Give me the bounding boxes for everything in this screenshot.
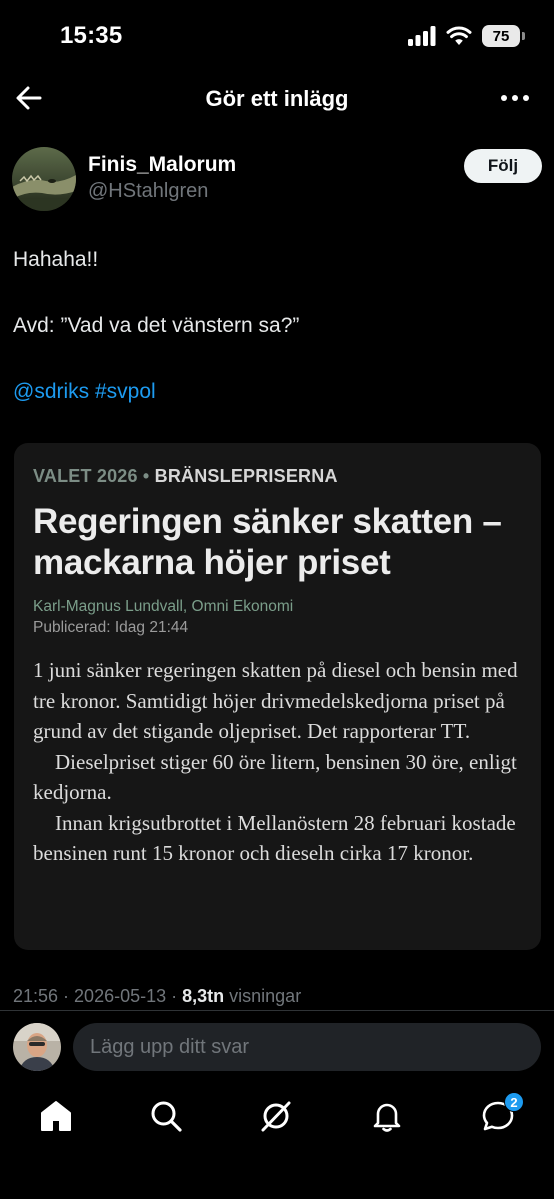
tab-home[interactable] (36, 1096, 76, 1136)
post-mention-hashtag-line[interactable]: @sdriks #svpol (13, 380, 156, 404)
follow-button[interactable]: Följ (464, 149, 542, 183)
article-kicker: VALET 2026 • BRÄNSLEPRISERNA (33, 466, 338, 487)
wifi-icon (446, 26, 472, 45)
tab-messages[interactable]: 2 (478, 1092, 524, 1136)
article-kicker-topic: VALET 2026 (33, 466, 138, 486)
post-author: Finis_Malorum @HStahlgren Följ (12, 145, 542, 213)
post-text-line: Hahaha!! (13, 248, 99, 271)
tab-search[interactable] (146, 1096, 186, 1136)
article-paragraph: 1 juni sänker regeringen skatten på dies… (33, 658, 518, 743)
article-headline: Regeringen sänker skatten – mackarna höj… (33, 502, 502, 582)
messages-badge: 2 (504, 1092, 524, 1112)
status-bar: 15:35 75 (0, 0, 554, 72)
author-avatar[interactable] (12, 147, 76, 211)
status-time: 15:35 (60, 22, 123, 49)
more-options-button[interactable] (500, 86, 530, 110)
author-name[interactable]: Finis_Malorum (88, 153, 236, 177)
article-paragraph: Dieselpriset stiger 60 öre litern, bensi… (33, 749, 517, 805)
author-avatar-image (12, 147, 76, 211)
current-user-avatar[interactable] (13, 1023, 61, 1071)
status-icons: 75 (408, 24, 525, 48)
article-paragraph: Innan krigsutbrottet i Mellanöstern 28 f… (33, 810, 516, 866)
author-handle[interactable]: @HStahlgren (88, 180, 208, 203)
article-published: Publicerad: Idag 21:44 (33, 619, 189, 636)
tab-grok[interactable] (256, 1096, 296, 1136)
views-label: visningar (229, 986, 302, 1006)
article-kicker-separator: • (137, 466, 155, 486)
tab-notifications[interactable] (367, 1096, 407, 1136)
current-user-avatar-image (13, 1023, 61, 1071)
battery-level: 75 (492, 27, 510, 45)
article-byline: Karl-Magnus Lundvall, Omni Ekonomi (33, 598, 294, 615)
page-title: Gör ett inlägg (205, 86, 349, 111)
bottom-tab-bar: 2 (0, 1082, 554, 1152)
article-body: 1 juni sänker regeringen skatten på dies… (33, 655, 533, 869)
notifications-icon (373, 1103, 401, 1132)
post-text-line: Avd: ”Vad va det vänstern sa?” (13, 314, 300, 337)
view-count: 8,3tn (182, 986, 225, 1006)
post-time: 21:56 (13, 986, 59, 1006)
reply-input[interactable] (73, 1023, 541, 1071)
meta-separator: · (58, 986, 75, 1006)
grok-icon (261, 1101, 291, 1132)
meta-separator: · (166, 986, 183, 1006)
cellular-signal-icon (408, 26, 436, 46)
post-date: 2026-05-13 (74, 986, 167, 1006)
reply-bar (0, 1010, 554, 1082)
search-icon (151, 1101, 182, 1132)
home-icon (41, 1101, 71, 1131)
more-horizontal-icon (501, 95, 529, 101)
battery-indicator: 75 (482, 25, 525, 47)
top-navigation-bar: Gör ett inlägg (0, 72, 554, 124)
article-kicker-section: BRÄNSLEPRISERNA (154, 466, 338, 486)
post-meta: 21:56 · 2026-05-13 · 8,3tn visningar (13, 986, 301, 1007)
attached-article-image[interactable]: VALET 2026 • BRÄNSLEPRISERNA Regeringen … (14, 443, 541, 950)
